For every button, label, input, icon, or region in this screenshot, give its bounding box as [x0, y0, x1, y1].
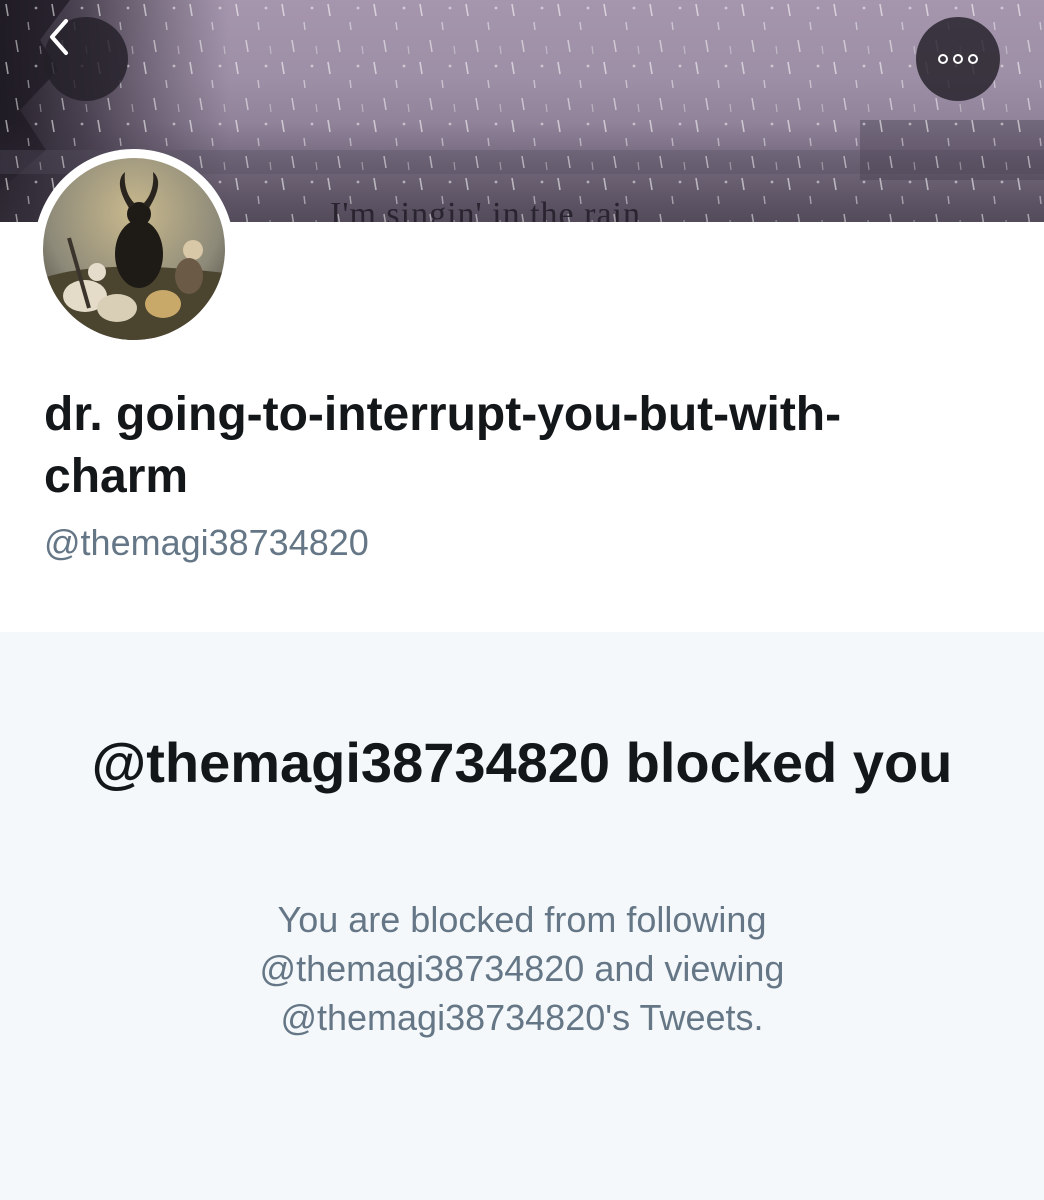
more-options-icon — [938, 54, 978, 64]
avatar[interactable] — [34, 149, 234, 349]
banner-caption: I'm singin' in the rain — [330, 196, 641, 222]
avatar-image — [43, 158, 225, 340]
profile-handle: @themagi38734820 — [44, 522, 369, 563]
profile-screen: I'm singin' in the rain dr. going-to-int… — [0, 0, 1044, 1200]
blocked-notice: @themagi38734820 blocked you You are blo… — [0, 632, 1044, 1200]
chevron-left-icon — [50, 19, 68, 55]
blocked-description: You are blocked from following @themagi3… — [259, 899, 785, 1038]
blocked-title: @themagi38734820 blocked you — [91, 731, 953, 794]
more-options-button[interactable] — [916, 17, 1000, 101]
display-name: dr. going-to-interrupt-you-but-with-char… — [44, 388, 842, 503]
back-button[interactable] — [44, 17, 128, 101]
